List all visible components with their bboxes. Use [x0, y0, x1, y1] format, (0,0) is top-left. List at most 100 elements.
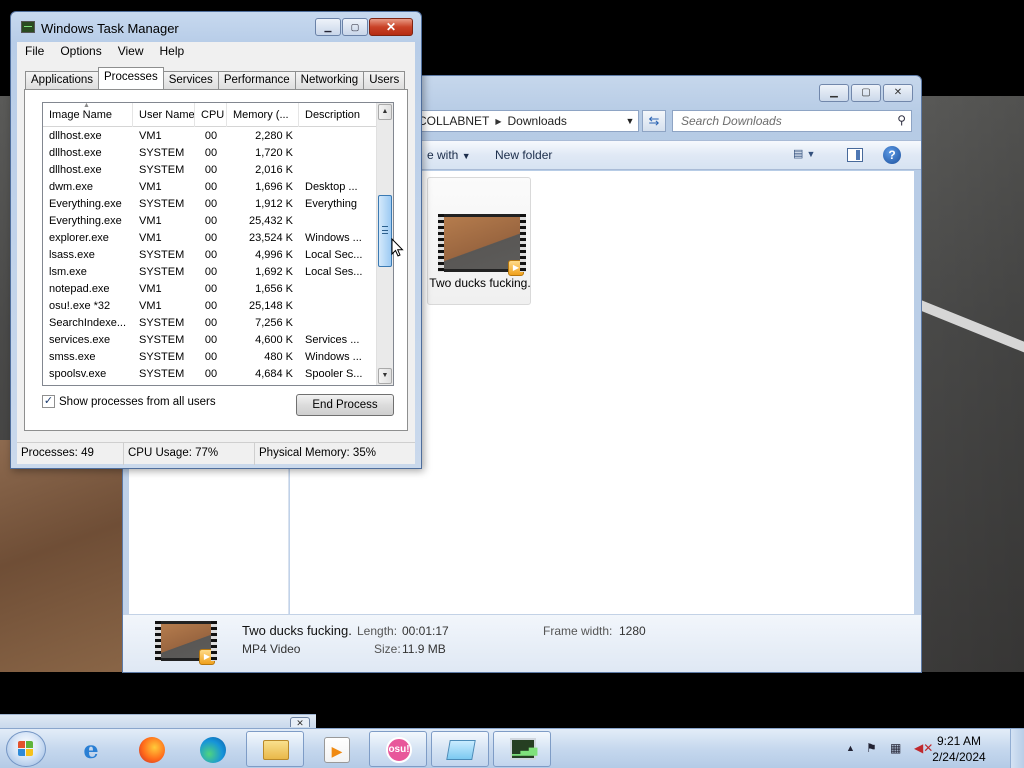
process-rows: dllhost.exe VM1 00 2,280 K dllhost.exe SYSTEM…: [43, 129, 377, 384]
explorer-maximize-button[interactable]: ▢: [851, 84, 881, 102]
taskbar-media-player[interactable]: ▶: [307, 731, 365, 767]
taskbar-task-manager[interactable]: ▁▃▅: [493, 731, 551, 767]
task-manager-body: Applications Processes Services Performa…: [17, 62, 415, 442]
clock[interactable]: 9:21 AM 2/24/2024: [918, 733, 1000, 765]
menu-view[interactable]: View: [110, 42, 152, 62]
process-cpu: 00: [204, 232, 218, 244]
tab-performance[interactable]: Performance: [217, 71, 296, 89]
table-row[interactable]: dwm.exe VM1 00 1,696 K Desktop ...: [43, 180, 377, 197]
table-row[interactable]: dllhost.exe SYSTEM 00 1,720 K: [43, 146, 377, 163]
new-folder-button[interactable]: New folder: [495, 148, 552, 162]
column-user-name[interactable]: User Name: [133, 103, 195, 127]
task-manager-app-icon[interactable]: [21, 21, 35, 33]
process-user-name: VM1: [139, 300, 162, 312]
search-icon[interactable]: ⚲: [897, 113, 906, 127]
tab-users[interactable]: Users: [363, 71, 406, 89]
column-image-name[interactable]: ▲ Image Name: [43, 103, 133, 127]
explorer-close-button[interactable]: ✕: [883, 84, 913, 102]
table-row[interactable]: smss.exe SYSTEM 00 480 K Windows ...: [43, 350, 377, 367]
end-process-button[interactable]: End Process: [296, 394, 394, 416]
task-manager-window[interactable]: Windows Task Manager ▁ ▢ ✕ File Options …: [10, 11, 422, 469]
show-all-processes-checkbox[interactable]: ✓ Show processes from all users: [42, 395, 216, 408]
action-center-flag-icon[interactable]: ⚑: [866, 741, 877, 755]
process-user-name: SYSTEM: [139, 368, 185, 380]
breadcrumb-separator-icon[interactable]: ▶: [495, 117, 501, 126]
address-bar[interactable]: COLLABNET ▶ Downloads ▼: [413, 110, 639, 132]
process-memory: 1,696 K: [255, 181, 293, 193]
table-row[interactable]: notepad.exe VM1 00 1,656 K: [43, 282, 377, 299]
taskbar-internet-explorer[interactable]: e: [61, 731, 119, 767]
clock-date: 2/24/2024: [932, 750, 986, 764]
process-image-name: lsm.exe: [49, 266, 87, 278]
close-button[interactable]: ✕: [369, 18, 413, 36]
task-manager-titlebar[interactable]: Windows Task Manager ▁ ▢ ✕: [11, 12, 421, 42]
checkbox-box[interactable]: ✓: [42, 395, 55, 408]
minimize-button[interactable]: ▁: [315, 18, 341, 36]
process-image-name: lsass.exe: [49, 249, 95, 261]
process-user-name: SYSTEM: [139, 147, 185, 159]
help-button[interactable]: ?: [883, 146, 901, 164]
breadcrumb-downloads[interactable]: Downloads: [508, 114, 567, 128]
tab-processes[interactable]: Processes: [98, 67, 164, 89]
menu-options[interactable]: Options: [52, 42, 109, 62]
taskbar-edge-chromium[interactable]: [183, 731, 241, 767]
change-view-button[interactable]: ▤ ▼: [793, 147, 827, 165]
process-list[interactable]: ▲ Image Name User Name CPU Memory (... De…: [42, 102, 394, 386]
breadcrumb-collabnet[interactable]: COLLABNET: [418, 114, 489, 128]
table-row[interactable]: SearchIndexe... SYSTEM 00 7,256 K: [43, 316, 377, 333]
maximize-button[interactable]: ▢: [342, 18, 368, 36]
process-cpu: 00: [204, 300, 218, 312]
tab-services[interactable]: Services: [162, 71, 219, 89]
menu-bar: File Options View Help: [17, 42, 415, 62]
table-row[interactable]: Everything.exe SYSTEM 00 1,912 K Everything: [43, 197, 377, 214]
column-description[interactable]: Description: [299, 103, 377, 127]
taskbar-firefox[interactable]: [122, 731, 180, 767]
tab-networking[interactable]: Networking: [294, 71, 365, 89]
table-row[interactable]: explorer.exe VM1 00 23,524 K Windows ...: [43, 231, 377, 248]
preview-pane-button[interactable]: [847, 148, 863, 162]
process-memory: 4,996 K: [255, 249, 293, 261]
column-cpu[interactable]: CPU: [195, 103, 227, 127]
process-description: Windows ...: [305, 232, 362, 244]
details-size-value: 11.9 MB: [402, 642, 446, 656]
menu-help[interactable]: Help: [152, 42, 193, 62]
open-with-button[interactable]: e with ▼: [427, 148, 471, 162]
menu-file[interactable]: File: [17, 42, 52, 62]
process-cpu: 00: [204, 164, 218, 176]
status-cpu-usage: CPU Usage: 77%: [124, 443, 255, 465]
scroll-down-button[interactable]: ▼: [378, 368, 392, 384]
table-row[interactable]: dllhost.exe SYSTEM 00 2,016 K: [43, 163, 377, 180]
table-row[interactable]: osu!.exe *32 VM1 00 25,148 K: [43, 299, 377, 316]
wallpaper-dirt-area: [0, 440, 140, 672]
sort-arrow-icon: ▲: [83, 103, 90, 109]
table-row[interactable]: spoolsv.exe SYSTEM 00 4,684 K Spooler S...: [43, 367, 377, 384]
process-user-name: VM1: [139, 215, 162, 227]
show-hidden-icons-icon[interactable]: ▲: [846, 743, 855, 753]
scroll-up-button[interactable]: ▲: [378, 104, 392, 120]
table-row[interactable]: services.exe SYSTEM 00 4,600 K Services ...: [43, 333, 377, 350]
network-icon[interactable]: ▦: [890, 741, 901, 755]
table-row[interactable]: lsm.exe SYSTEM 00 1,692 K Local Ses...: [43, 265, 377, 282]
address-dropdown-icon[interactable]: ▼: [622, 116, 638, 126]
start-button[interactable]: [6, 731, 46, 767]
file-item-video[interactable]: ▶ Two ducks fucking.: [427, 177, 531, 305]
search-input[interactable]: Search Downloads ⚲: [672, 110, 912, 132]
minimized-window-strip[interactable]: ✕: [0, 714, 316, 728]
table-row[interactable]: lsass.exe SYSTEM 00 4,996 K Local Sec...: [43, 248, 377, 265]
taskbar-windows-explorer[interactable]: [246, 731, 304, 767]
refresh-button[interactable]: ⇆: [642, 110, 666, 132]
scrollbar-grip-icon: [382, 226, 388, 234]
column-memory[interactable]: Memory (...: [227, 103, 299, 127]
table-row[interactable]: Everything.exe VM1 00 25,432 K: [43, 214, 377, 231]
taskbar-osu[interactable]: osu!: [369, 731, 427, 767]
show-desktop-button[interactable]: [1010, 729, 1024, 768]
strip-close-icon[interactable]: ✕: [290, 717, 310, 728]
process-user-name: SYSTEM: [139, 164, 185, 176]
process-image-name: dllhost.exe: [49, 130, 102, 142]
explorer-minimize-button[interactable]: ▁: [819, 84, 849, 102]
tab-applications[interactable]: Applications: [25, 71, 100, 89]
table-row[interactable]: dllhost.exe VM1 00 2,280 K: [43, 129, 377, 146]
scrollbar-thumb[interactable]: [378, 195, 392, 267]
taskbar-notepad[interactable]: [431, 731, 489, 767]
process-image-name: dwm.exe: [49, 181, 94, 193]
